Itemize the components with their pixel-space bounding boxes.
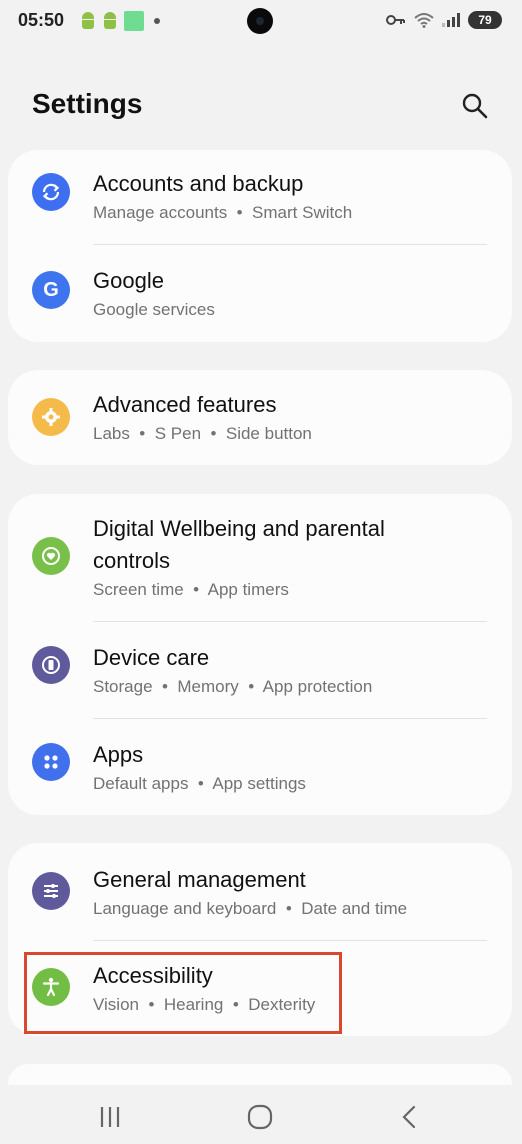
android-icon <box>80 12 96 30</box>
item-title: Device care <box>93 645 210 670</box>
navigation-bar <box>0 1085 522 1144</box>
google-icon: G <box>32 271 70 309</box>
item-title: Apps <box>93 742 144 767</box>
battery-level: 79 <box>478 13 492 27</box>
device-care-icon <box>32 646 70 684</box>
settings-item-accounts-and-backup[interactable]: Accounts and backup Manage accounts • Sm… <box>8 150 512 247</box>
status-bar: 05:50 79 <box>0 0 522 44</box>
back-button[interactable] <box>396 1103 424 1131</box>
item-title-line2: controls <box>93 548 171 573</box>
settings-card-accounts: Accounts and backup Manage accounts • Sm… <box>8 150 512 342</box>
system-status-icons: 79 <box>386 11 502 29</box>
settings-item-accessibility[interactable]: Accessibility Vision • Hearing • Dexteri… <box>8 941 512 1036</box>
front-camera <box>247 8 273 34</box>
settings-card-device: Digital Wellbeing and parental controls … <box>8 494 512 815</box>
settings-card-general: General management Language and keyboard… <box>8 843 512 1036</box>
item-title: Accessibility <box>93 963 213 988</box>
divider <box>93 244 487 245</box>
settings-card-advanced: Advanced features Labs • S Pen • Side bu… <box>8 370 512 465</box>
sliders-icon <box>32 872 70 910</box>
dot-icon <box>154 18 160 24</box>
battery-icon: 79 <box>468 11 502 29</box>
notification-icons <box>80 11 160 31</box>
key-icon <box>386 15 405 25</box>
settings-item-device-care[interactable]: Device care Storage • Memory • App prote… <box>8 622 512 718</box>
page-title: Settings <box>32 88 143 119</box>
home-icon <box>247 1104 273 1130</box>
item-title: Advanced features <box>93 392 277 417</box>
item-subtitle: Screen time • App timers <box>93 580 289 599</box>
item-title: General management <box>93 867 306 892</box>
item-subtitle: Default apps • App settings <box>93 774 306 793</box>
home-button[interactable] <box>246 1103 274 1131</box>
item-subtitle: Vision • Hearing • Dexterity <box>93 995 316 1014</box>
item-subtitle: Google services <box>93 300 215 319</box>
item-subtitle: Manage accounts • Smart Switch <box>93 203 353 222</box>
settings-item-google[interactable]: G Google Google services <box>8 247 512 342</box>
recents-icon <box>100 1107 120 1127</box>
settings-item-general-management[interactable]: General management Language and keyboard… <box>8 843 512 940</box>
wifi-icon <box>414 13 434 28</box>
item-subtitle: Language and keyboard • Date and time <box>93 899 408 918</box>
back-icon <box>402 1105 416 1129</box>
settings-item-apps[interactable]: Apps Default apps • App settings <box>8 719 512 815</box>
search-button[interactable] <box>461 92 489 120</box>
item-subtitle: Labs • S Pen • Side button <box>93 424 312 443</box>
gear-plus-icon <box>32 398 70 436</box>
status-time: 05:50 <box>18 10 65 30</box>
signal-icon <box>442 13 460 27</box>
item-title: Accounts and backup <box>93 171 304 196</box>
item-title: Google <box>93 268 164 293</box>
green-notification-icon <box>124 11 144 31</box>
accessibility-icon <box>32 968 70 1006</box>
item-title: Digital Wellbeing and parental <box>93 516 385 541</box>
apps-icon <box>32 743 70 781</box>
settings-item-digital-wellbeing[interactable]: Digital Wellbeing and parental controls … <box>8 494 512 620</box>
heart-circle-icon <box>32 537 70 575</box>
android-icon <box>102 12 118 30</box>
item-subtitle: Storage • Memory • App protection <box>93 677 373 696</box>
sync-icon <box>32 173 70 211</box>
settings-item-advanced-features[interactable]: Advanced features Labs • S Pen • Side bu… <box>8 370 512 465</box>
search-icon <box>462 93 488 119</box>
recents-button[interactable] <box>96 1103 124 1131</box>
